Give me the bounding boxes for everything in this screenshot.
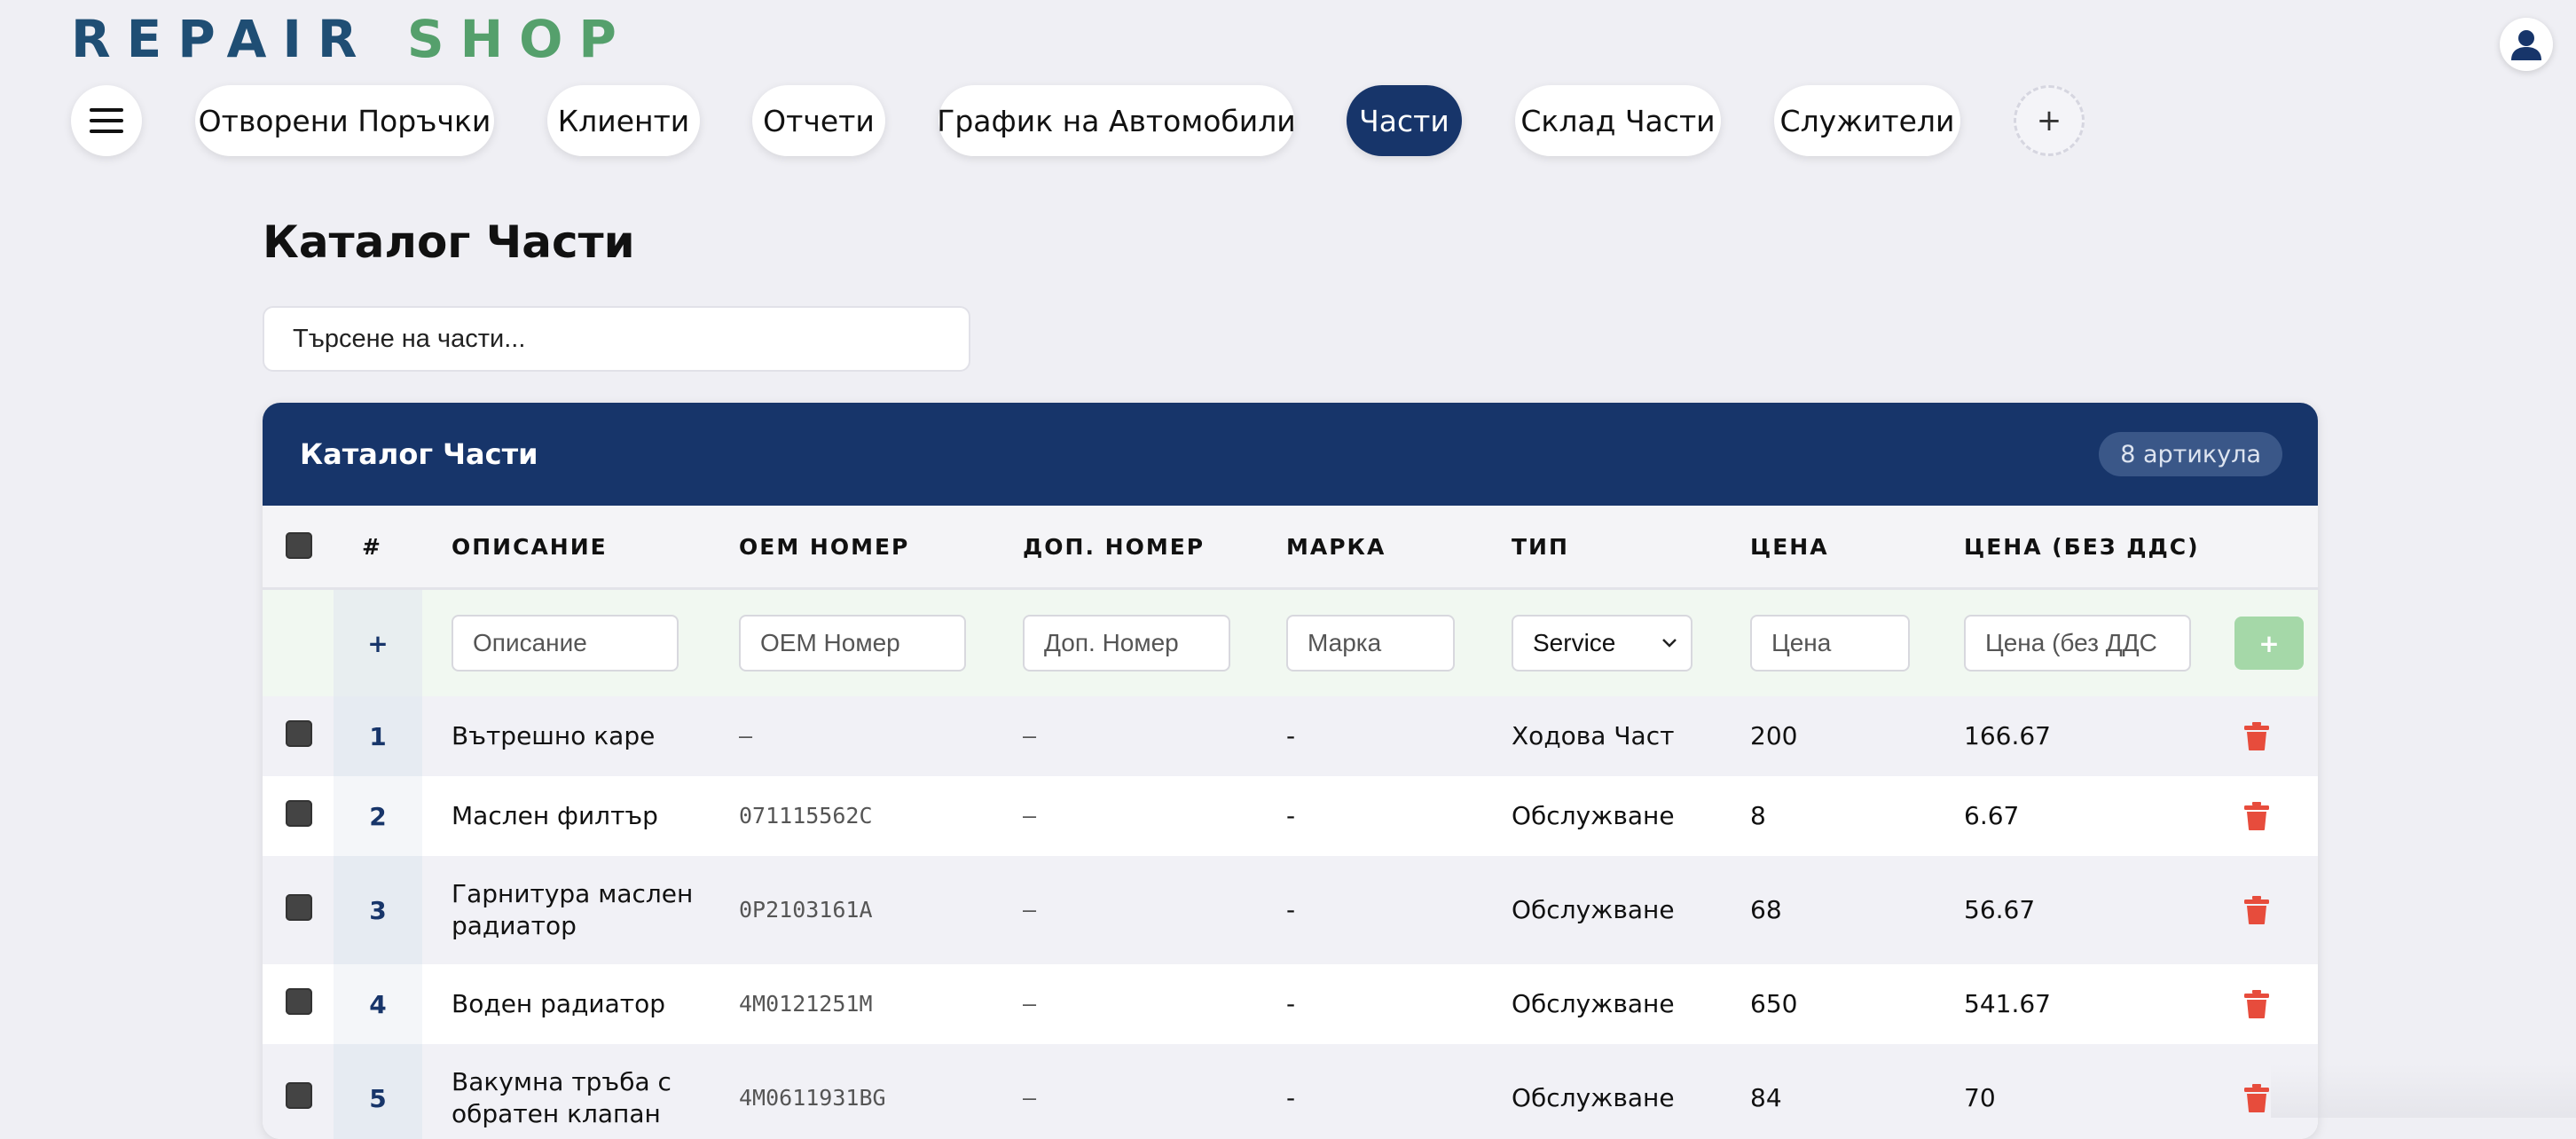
- tab-parts-stock[interactable]: Склад Части: [1515, 85, 1721, 156]
- row-checkbox[interactable]: [286, 988, 312, 1015]
- row-checkbox[interactable]: [286, 720, 312, 747]
- parts-search-input[interactable]: [263, 306, 970, 372]
- new-oem-number-input[interactable]: [739, 615, 966, 672]
- add-part-button[interactable]: +: [2234, 617, 2304, 670]
- new-brand-input[interactable]: [1286, 615, 1455, 672]
- row-extra-number: –: [1023, 803, 1037, 829]
- trash-icon[interactable]: [2243, 721, 2270, 751]
- row-extra-number: –: [1023, 1085, 1037, 1111]
- page-title: Каталог Части: [263, 216, 635, 268]
- row-price-net: 70: [1964, 1083, 1996, 1112]
- parts-catalog-card: Каталог Части 8 артикула # ОПИСАНИЕ ОЕМ …: [263, 403, 2318, 1139]
- row-price-net: 541.67: [1964, 989, 2051, 1018]
- row-number: 3: [334, 856, 422, 964]
- tab-reports[interactable]: Отчети: [752, 85, 885, 156]
- new-extra-number-input[interactable]: [1023, 615, 1230, 672]
- col-header-extra-number: ДОП. НОМЕР: [1023, 533, 1206, 560]
- row-brand: -: [1286, 721, 1296, 750]
- select-all-checkbox[interactable]: [286, 532, 312, 559]
- row-number: 4: [334, 964, 422, 1044]
- row-type: Обслужване: [1512, 989, 1675, 1018]
- row-price: 200: [1750, 721, 1798, 750]
- row-number: 2: [334, 776, 422, 856]
- card-header: Каталог Части 8 артикула: [263, 403, 2318, 506]
- row-checkbox[interactable]: [286, 1082, 312, 1109]
- row-number: 1: [334, 696, 422, 776]
- row-extra-number: –: [1023, 897, 1037, 923]
- tab-open-orders[interactable]: Отворени Поръчки: [195, 85, 494, 156]
- col-header-price-net: ЦЕНА (БЕЗ ДДС): [1964, 533, 2200, 560]
- row-brand: -: [1286, 801, 1296, 830]
- row-price-net: 56.67: [1964, 895, 2036, 924]
- row-description: Воден радиатор: [452, 989, 665, 1018]
- row-brand: -: [1286, 895, 1296, 924]
- row-description: Вътрешно каре: [452, 721, 656, 750]
- new-price-net-input[interactable]: [1964, 615, 2191, 672]
- row-description: Вакумна тръба с обратен клапан: [452, 1067, 671, 1128]
- hamburger-menu-icon[interactable]: [71, 85, 142, 156]
- app-logo: REPAIR SHOP: [71, 7, 632, 71]
- scroll-shadow: [2271, 1064, 2576, 1118]
- row-price: 68: [1750, 895, 1782, 924]
- table-row: 3 Гарнитура маслен радиатор 0P2103161A –…: [263, 856, 2318, 966]
- col-header-oem-number: ОЕМ НОМЕР: [739, 533, 910, 560]
- logo-word-shop: SHOP: [406, 9, 632, 69]
- row-price: 650: [1750, 989, 1798, 1018]
- tab-vehicle-schedule[interactable]: График на Автомобили: [937, 85, 1296, 156]
- row-oem-number: 0P2103161A: [739, 897, 873, 923]
- col-header-description: ОПИСАНИЕ: [452, 533, 608, 560]
- col-header-brand: МАРКА: [1286, 533, 1386, 560]
- row-number: 5: [334, 1044, 422, 1139]
- row-brand: -: [1286, 989, 1296, 1018]
- card-title: Каталог Части: [300, 437, 538, 471]
- row-extra-number: –: [1023, 723, 1037, 749]
- tab-parts[interactable]: Части: [1347, 85, 1462, 156]
- tab-employees[interactable]: Служители: [1774, 85, 1960, 156]
- row-type: Ходова Част: [1512, 721, 1675, 750]
- row-oem-number: –: [739, 723, 753, 749]
- row-description: Гарнитура маслен радиатор: [452, 879, 694, 940]
- tab-clients[interactable]: Клиенти: [547, 85, 700, 156]
- new-type-select-value: Service: [1533, 629, 1616, 656]
- logo-word-repair: REPAIR: [71, 9, 373, 69]
- user-avatar-icon[interactable]: [2500, 18, 2553, 71]
- trash-icon[interactable]: [2243, 895, 2270, 925]
- row-checkbox[interactable]: [286, 894, 312, 921]
- col-header-type: ТИП: [1512, 533, 1569, 560]
- trash-icon[interactable]: [2243, 1083, 2270, 1113]
- trash-icon[interactable]: [2243, 801, 2270, 831]
- table-row: 1 Вътрешно каре – – - Ходова Част 200 16…: [263, 696, 2318, 778]
- row-price: 8: [1750, 801, 1766, 830]
- new-type-select[interactable]: Service: [1512, 615, 1692, 672]
- add-tab-button[interactable]: +: [2014, 85, 2085, 156]
- item-count-badge: 8 артикула: [2099, 432, 2282, 476]
- table-row: 4 Воден радиатор 4M0121251M – - Обслужва…: [263, 964, 2318, 1046]
- main-nav: Отворени Поръчки Клиенти Отчети График н…: [0, 85, 2576, 160]
- row-price-net: 6.67: [1964, 801, 2020, 830]
- row-price: 84: [1750, 1083, 1782, 1112]
- row-extra-number: –: [1023, 991, 1037, 1017]
- col-header-price: ЦЕНА: [1750, 533, 1829, 560]
- chevron-down-icon: [1662, 639, 1677, 648]
- add-part-row: + Service +: [263, 590, 2318, 699]
- row-type: Обслужване: [1512, 1083, 1675, 1112]
- table-row: 2 Маслен филтър 071115562C – - Обслужван…: [263, 776, 2318, 858]
- row-oem-number: 4M0121251M: [739, 991, 873, 1017]
- col-header-number: #: [362, 533, 382, 560]
- row-type: Обслужване: [1512, 801, 1675, 830]
- row-checkbox[interactable]: [286, 800, 312, 827]
- row-brand: -: [1286, 1083, 1296, 1112]
- new-description-input[interactable]: [452, 615, 679, 672]
- add-row-marker: +: [334, 590, 422, 696]
- table-row: 5 Вакумна тръба с обратен клапан 4M06119…: [263, 1044, 2318, 1139]
- row-description: Маслен филтър: [452, 801, 658, 830]
- new-price-input[interactable]: [1750, 615, 1910, 672]
- trash-icon[interactable]: [2243, 989, 2270, 1019]
- row-oem-number: 4M0611931BG: [739, 1085, 886, 1111]
- table-header: # ОПИСАНИЕ ОЕМ НОМЕР ДОП. НОМЕР МАРКА ТИ…: [263, 506, 2318, 590]
- row-type: Обслужване: [1512, 895, 1675, 924]
- row-price-net: 166.67: [1964, 721, 2051, 750]
- row-oem-number: 071115562C: [739, 803, 873, 829]
